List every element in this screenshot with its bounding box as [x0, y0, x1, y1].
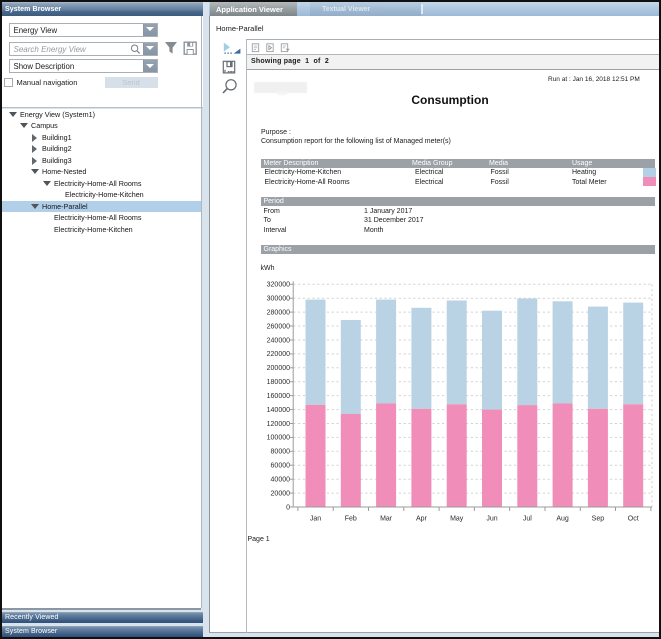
svg-text:Sep: Sep: [592, 516, 605, 523]
svg-text:120000: 120000: [267, 421, 290, 428]
svg-text:200000: 200000: [267, 365, 290, 372]
svg-text:180000: 180000: [267, 379, 290, 386]
svg-text:Mar: Mar: [380, 516, 393, 523]
svg-text:320000: 320000: [267, 282, 290, 289]
svg-text:260000: 260000: [267, 323, 290, 330]
svg-text:Jun: Jun: [486, 516, 497, 523]
svg-text:100000: 100000: [267, 435, 290, 442]
svg-text:40000: 40000: [271, 477, 291, 484]
svg-text:80000: 80000: [271, 449, 291, 456]
svg-text:300000: 300000: [267, 296, 290, 303]
svg-text:Apr: Apr: [416, 516, 428, 523]
svg-text:May: May: [450, 516, 464, 523]
svg-text:Jul: Jul: [523, 516, 532, 523]
svg-text:240000: 240000: [267, 337, 290, 344]
svg-text:0: 0: [286, 504, 290, 511]
svg-text:160000: 160000: [267, 393, 290, 400]
svg-text:Jan: Jan: [310, 516, 321, 523]
svg-text:Feb: Feb: [345, 516, 357, 523]
svg-text:20000: 20000: [271, 490, 291, 497]
svg-text:280000: 280000: [267, 309, 290, 316]
svg-text:Oct: Oct: [628, 516, 639, 523]
svg-text:220000: 220000: [267, 351, 290, 358]
svg-text:Aug: Aug: [556, 516, 569, 523]
svg-text:140000: 140000: [267, 407, 290, 414]
svg-text:60000: 60000: [271, 463, 291, 470]
